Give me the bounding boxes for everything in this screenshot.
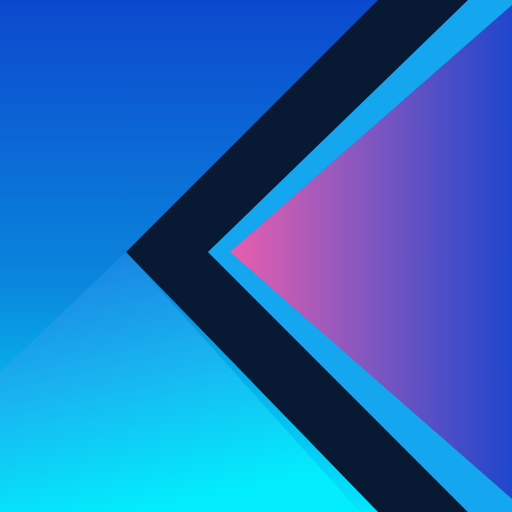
app-icon xyxy=(0,0,512,512)
k-chevron-logo-icon xyxy=(0,0,512,512)
